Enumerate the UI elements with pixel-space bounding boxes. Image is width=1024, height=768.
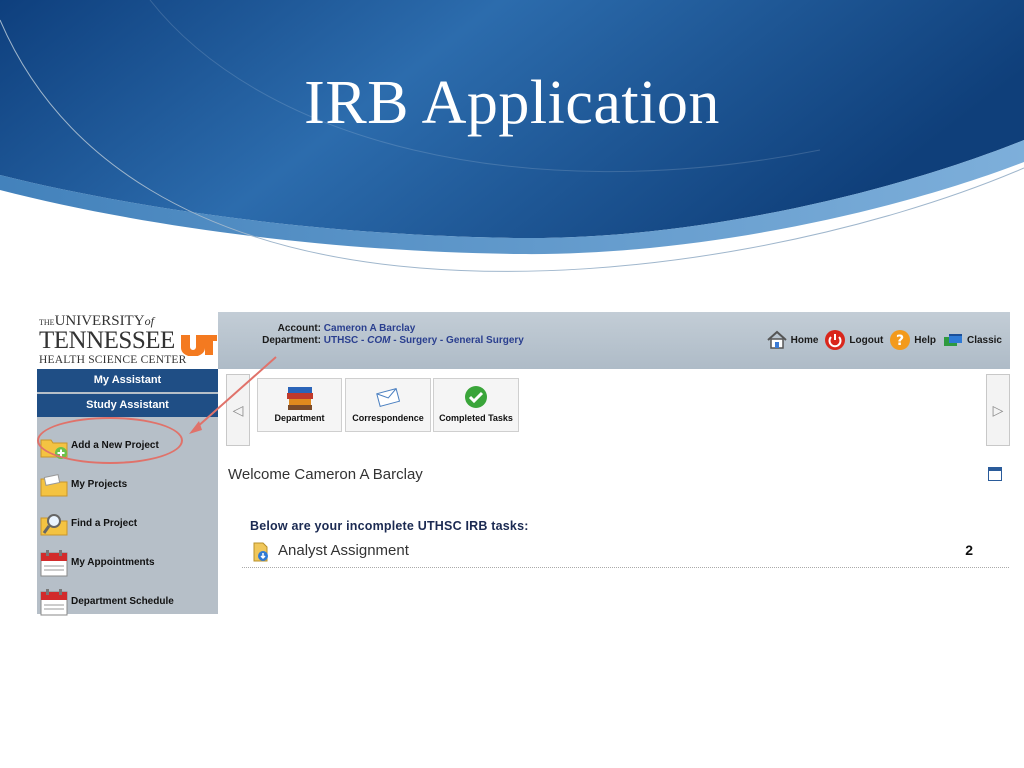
- calendar-icon: [40, 549, 68, 576]
- department-suffix: - Surgery - General Surgery: [390, 335, 524, 346]
- task-row[interactable]: Analyst Assignment 2: [242, 539, 1009, 568]
- windows-icon: [943, 334, 962, 346]
- question-icon: ?: [890, 330, 911, 350]
- logo: THEUNIVERSITYof TENNESSEE HEALTH SCIENCE…: [37, 312, 218, 369]
- help-link[interactable]: ? Help: [889, 329, 936, 351]
- sidebar-item-label: My Projects: [71, 479, 128, 490]
- logout-label: Logout: [849, 334, 884, 346]
- top-nav: Home Logout ? Help Classic: [766, 329, 1002, 351]
- sidebar-item-label: Find a Project: [71, 518, 138, 529]
- classic-label: Classic: [966, 334, 1002, 346]
- home-label: Home: [790, 334, 819, 346]
- svg-text:?: ?: [896, 333, 904, 349]
- books-icon: [286, 387, 313, 410]
- main-content: ◁ Department Correspondence Completed Ta…: [218, 369, 1010, 614]
- department-prefix: UTHSC -: [323, 335, 368, 346]
- tab-study-assistant[interactable]: Study Assistant: [37, 394, 218, 417]
- toolbar-tiles: ◁ Department Correspondence Completed Ta…: [226, 374, 1010, 446]
- tile-completed-tasks[interactable]: Completed Tasks: [433, 378, 519, 432]
- envelope-icon: [376, 388, 401, 407]
- ut-logo-icon: [181, 335, 217, 356]
- department-label: Department:: [262, 335, 321, 346]
- chevron-left-icon: ◁: [232, 401, 244, 418]
- calendar-icon: [40, 588, 68, 615]
- sidebar-item-label: Department Schedule: [71, 596, 174, 607]
- search-folder-icon: [40, 513, 68, 535]
- sidebar-item-my-appointments[interactable]: My Appointments: [37, 543, 218, 582]
- highlight-oval: [37, 417, 183, 464]
- welcome-message: Welcome Cameron A Barclay: [228, 466, 423, 483]
- help-label: Help: [914, 334, 936, 346]
- slide-title: IRB Application: [304, 69, 720, 137]
- account-value: Cameron A Barclay: [323, 323, 416, 334]
- tile-label: Completed Tasks: [439, 413, 513, 423]
- home-link[interactable]: Home: [766, 329, 819, 351]
- check-icon: [465, 386, 487, 408]
- logo-of: of: [144, 314, 154, 328]
- sidebar-item-department-schedule[interactable]: Department Schedule: [37, 582, 218, 621]
- logo-hsc: HEALTH SCIENCE CENTER: [39, 354, 187, 366]
- logout-link[interactable]: Logout: [824, 329, 883, 351]
- document-download-icon: [253, 542, 268, 562]
- sidebar-item-label: My Appointments: [71, 557, 155, 568]
- department-college: COM: [367, 335, 391, 346]
- tile-correspondence[interactable]: Correspondence: [345, 378, 431, 432]
- sidebar-item-my-projects[interactable]: My Projects: [37, 465, 218, 504]
- sidebar-item-find-project[interactable]: Find a Project: [37, 504, 218, 543]
- tile-label: Correspondence: [352, 413, 424, 423]
- tab-my-assistant[interactable]: My Assistant: [37, 369, 218, 392]
- classic-link[interactable]: Classic: [942, 329, 1002, 351]
- folder-icon: [40, 473, 68, 496]
- tile-label: Department: [274, 413, 325, 423]
- tasks-heading: Below are your incomplete UTHSC IRB task…: [250, 519, 529, 533]
- tile-department[interactable]: Department: [257, 378, 342, 432]
- scroll-right-button[interactable]: ▷: [986, 374, 1010, 446]
- account-info: Account: Cameron A Barclay Department: U…: [232, 323, 524, 347]
- maximize-window-icon[interactable]: [988, 467, 1002, 481]
- scroll-left-button[interactable]: ◁: [226, 374, 250, 446]
- power-icon: [825, 330, 846, 350]
- logo-the: THE: [39, 318, 55, 327]
- slide-header-background: [0, 0, 1024, 272]
- task-count: 2: [965, 542, 973, 558]
- sidebar: My Assistant Study Assistant Add a New P…: [37, 369, 218, 615]
- account-label: Account:: [277, 323, 321, 334]
- task-name: Analyst Assignment: [278, 542, 409, 559]
- chevron-right-icon: ▷: [992, 401, 1004, 418]
- logo-tennessee: TENNESSEE: [39, 327, 175, 354]
- irb-app-window: THEUNIVERSITYof TENNESSEE HEALTH SCIENCE…: [37, 312, 1010, 615]
- top-bar: THEUNIVERSITYof TENNESSEE HEALTH SCIENCE…: [37, 312, 1010, 369]
- house-icon: [766, 330, 787, 349]
